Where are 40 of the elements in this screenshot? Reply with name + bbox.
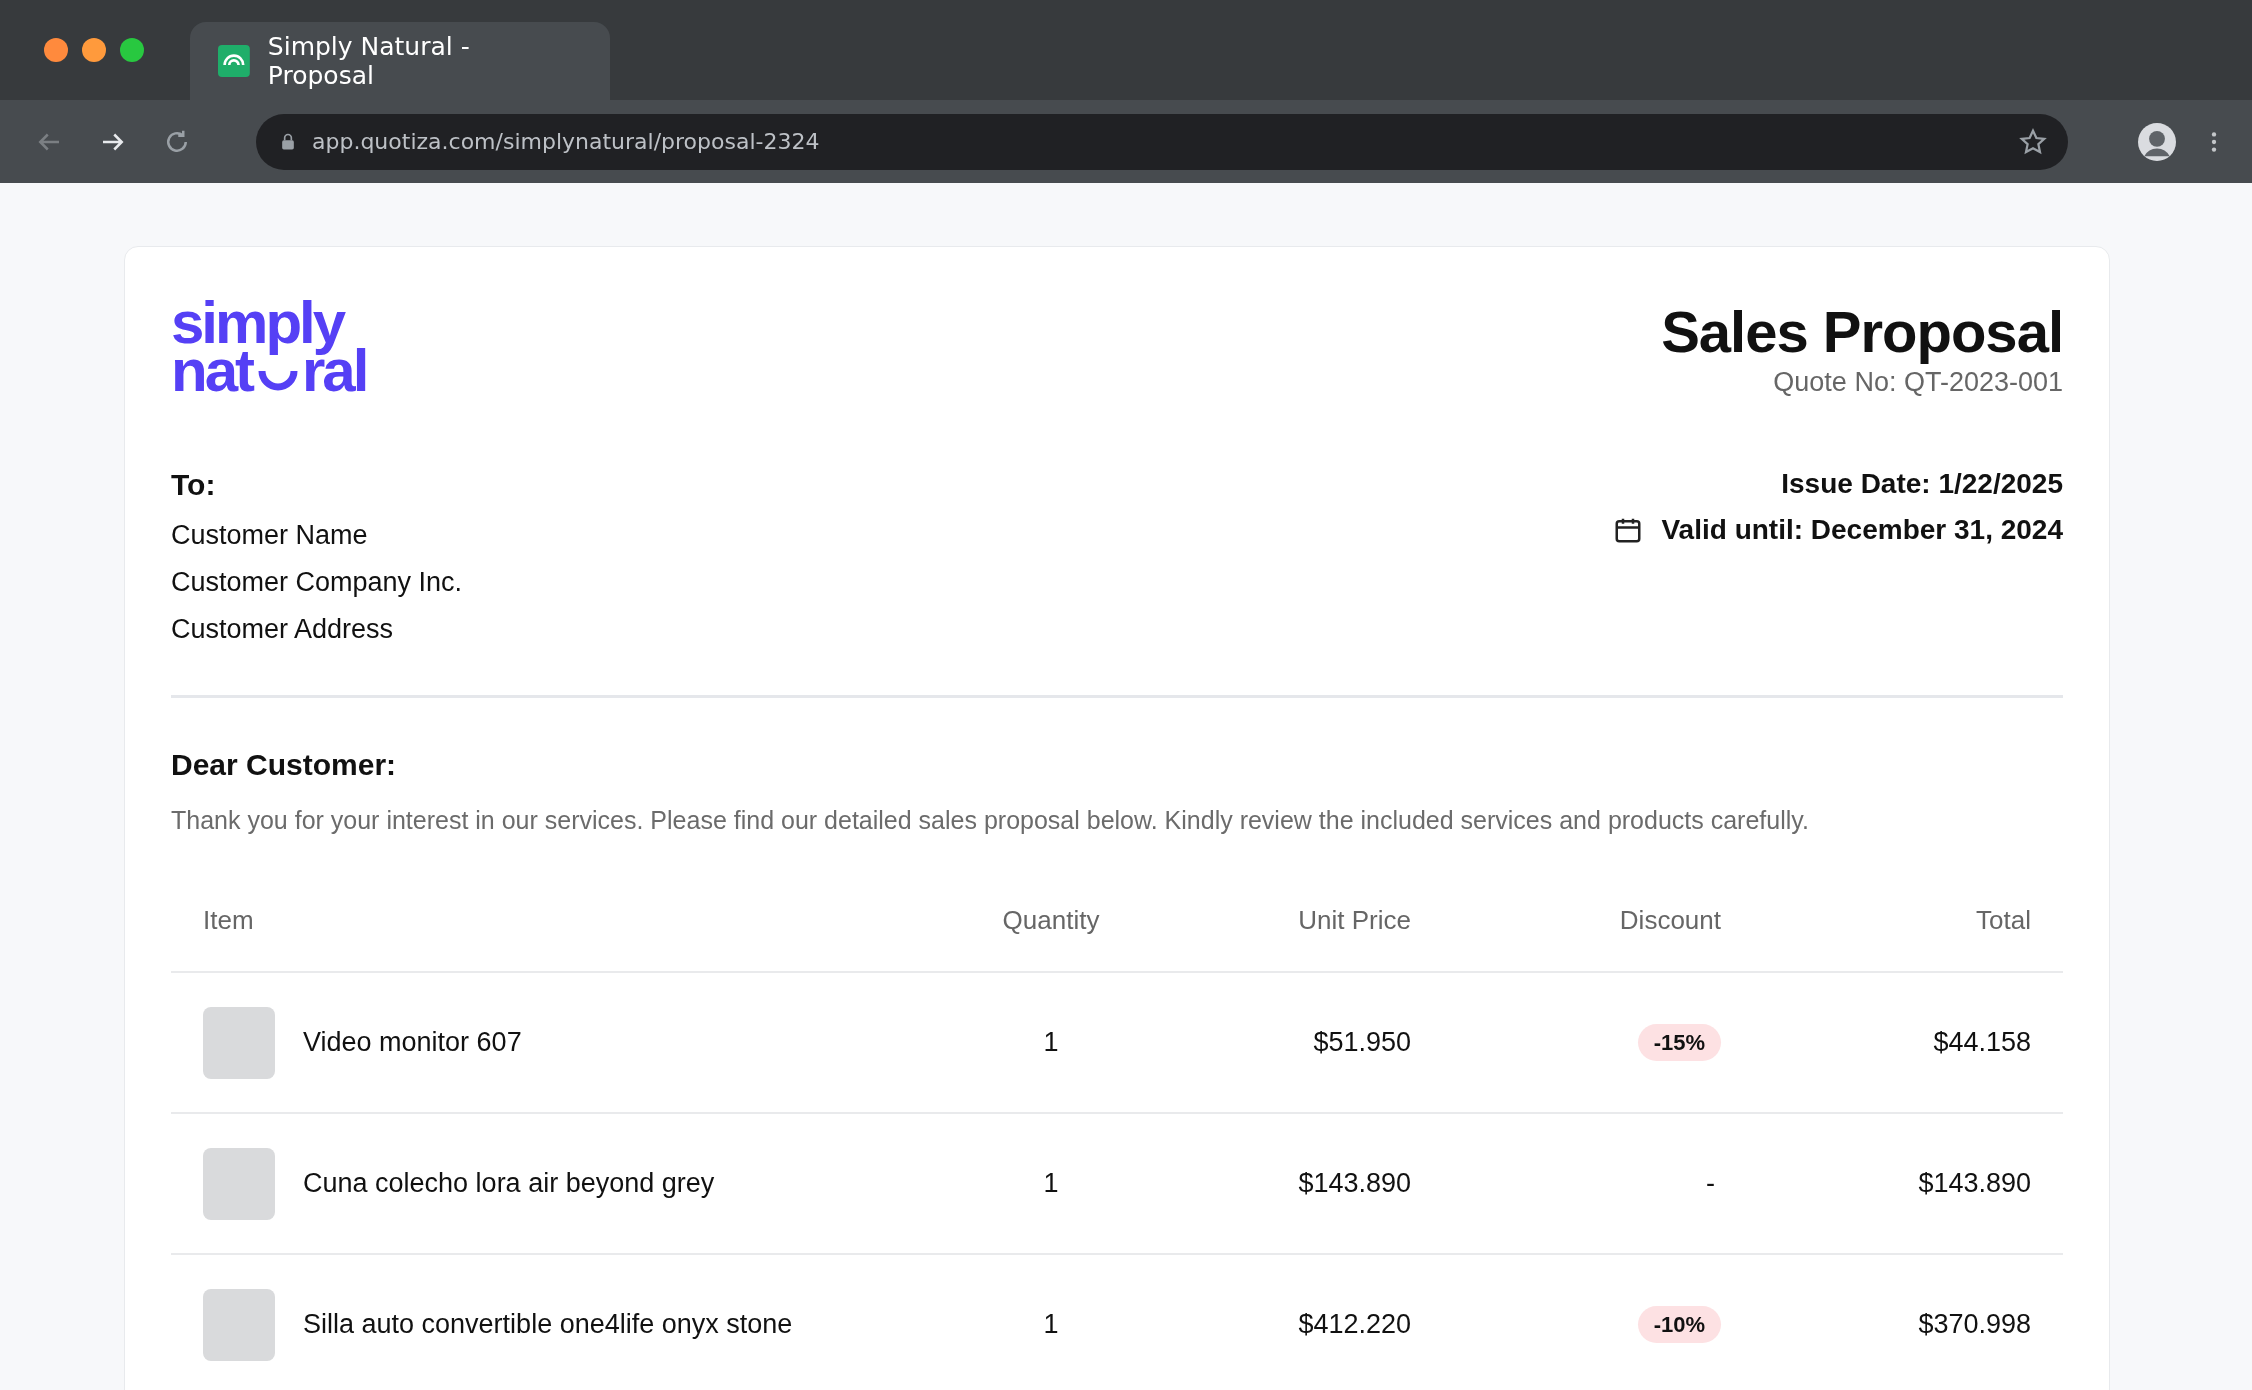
column-header: Quantity bbox=[1002, 905, 1100, 936]
favicon-icon bbox=[218, 45, 250, 77]
proposal-title: Sales Proposal bbox=[1661, 298, 2063, 366]
quote-number: Quote No: QT-2023-001 bbox=[1772, 367, 2063, 398]
bookmark-star-icon[interactable] bbox=[2018, 126, 2048, 157]
total-cell: $44.158 bbox=[1933, 1027, 2031, 1058]
column-header: Discount bbox=[1619, 905, 1721, 936]
quantity-cell: 1 bbox=[1043, 1309, 1059, 1340]
profile-avatar-icon[interactable] bbox=[2138, 122, 2176, 161]
discount-badge: -10% bbox=[1637, 1305, 1721, 1343]
discount-badge: -15% bbox=[1637, 1023, 1721, 1061]
recipient-line: Customer Name bbox=[171, 519, 369, 552]
greeting: Dear Customer: bbox=[171, 748, 398, 782]
column-header: Item bbox=[203, 905, 255, 936]
quantity-cell: 1 bbox=[1043, 1168, 1059, 1199]
valid-until-date: Valid until: December 31, 2024 bbox=[1661, 514, 2063, 546]
quantity-cell: 1 bbox=[1043, 1027, 1059, 1058]
item-name: Cuna colecho lora air beyond grey bbox=[303, 1168, 715, 1199]
recipient-label: To: bbox=[171, 468, 217, 502]
url-text: app.quotiza.com/simplynatural/proposal-2324 bbox=[312, 129, 821, 154]
total-cell: $370.998 bbox=[1918, 1309, 2031, 1340]
recipient-line: Customer Company Inc. bbox=[171, 566, 463, 599]
window-minimize-button[interactable] bbox=[82, 38, 106, 62]
total-cell: $143.890 bbox=[1918, 1168, 2031, 1199]
unit-price-cell: $143.890 bbox=[1298, 1168, 1411, 1199]
unit-price-cell: $51.950 bbox=[1313, 1027, 1411, 1058]
issue-date: Issue Date: 1/22/2025 bbox=[1781, 468, 2063, 500]
intro-paragraph: Thank you for your interest in our services. Please find our detailed sales proposal below. Kindly review the included services and products carefully. bbox=[171, 806, 1810, 835]
column-header: Total bbox=[1976, 905, 2031, 936]
window-zoom-button[interactable] bbox=[120, 38, 144, 62]
unit-price-cell: $412.220 bbox=[1298, 1309, 1411, 1340]
brand-logo: simply nat ral bbox=[171, 299, 367, 398]
column-header: Unit Price bbox=[1298, 905, 1411, 936]
recipient-line: Customer Address bbox=[171, 613, 395, 646]
browser-tab[interactable]: Simply Natural - Proposal bbox=[190, 22, 610, 100]
window-close-button[interactable] bbox=[44, 38, 68, 62]
item-name: Video monitor 607 bbox=[303, 1027, 522, 1058]
discount-cell: - bbox=[1706, 1168, 1715, 1198]
item-name: Silla auto convertible one4life onyx stone bbox=[303, 1309, 793, 1340]
address-bar[interactable]: app.quotiza.com/simplynatural/proposal-2324 bbox=[256, 113, 2068, 170]
